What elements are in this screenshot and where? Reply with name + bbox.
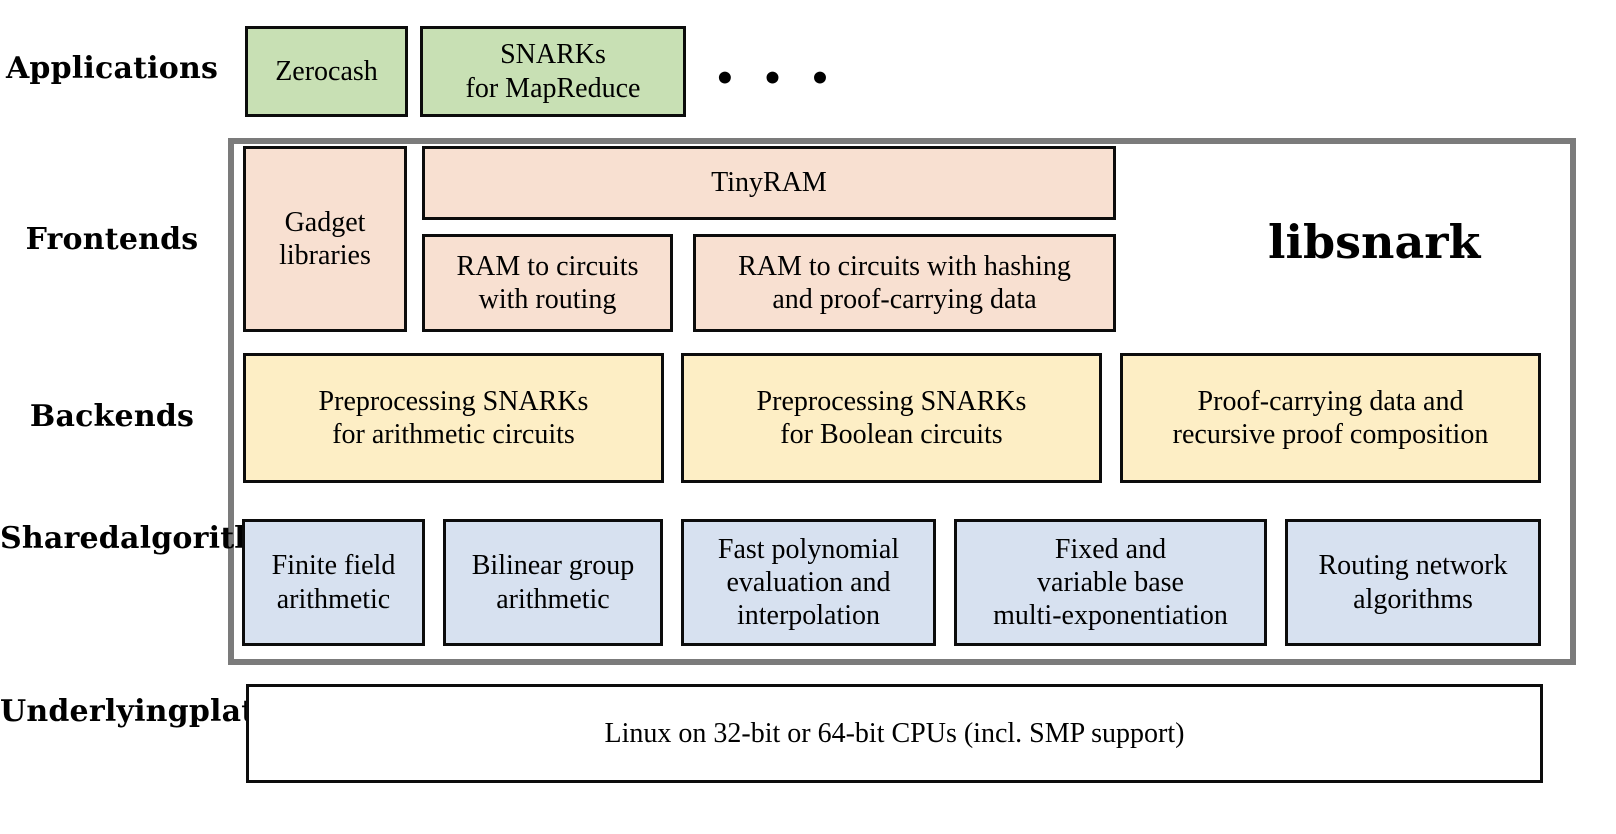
text-line: Proof-carrying data and xyxy=(1197,385,1464,417)
text-block: Gadget libraries xyxy=(279,206,371,272)
core-box-fixed-and-variable-base-multi-exponentiation[interactable]: Fixed and variable base multi-exponentiati… xyxy=(954,519,1267,646)
text-line: RAM to circuits with hashing xyxy=(738,250,1071,282)
text-block: Frontends xyxy=(0,223,224,257)
frontend-box-tinyram[interactable]: TinyRAM xyxy=(422,146,1116,220)
text-line: interpolation xyxy=(736,600,881,632)
libsnark-wordmark: libsnark xyxy=(1268,215,1481,269)
text-block: Fixed and variable base multi-exponentiati… xyxy=(993,533,1228,632)
row-label-shared-algorithmic-core: Sharedalgorithmiccore xyxy=(0,521,392,556)
row-label-frontends: Frontends xyxy=(0,223,224,257)
text-line: Preprocessing SNARKs xyxy=(756,385,1027,417)
text-line: RAM to circuits xyxy=(456,250,639,282)
text-line: Gadget xyxy=(284,206,366,238)
text-line: algorithms xyxy=(1353,583,1473,615)
text-line: and proof-carrying data xyxy=(772,284,1037,315)
text-line: Fast polynomial xyxy=(717,533,900,565)
text-line: arithmetic xyxy=(496,583,610,615)
text-line: with routing xyxy=(478,284,617,315)
app-box-zerocash[interactable]: Zerocash xyxy=(245,26,408,117)
text-block: Proof-carrying data and recursive proof c… xyxy=(1173,385,1489,451)
text-block: RAM to circuits with routing xyxy=(457,250,639,316)
text-line: evaluation and xyxy=(726,566,891,598)
text-block: Applications xyxy=(0,52,224,86)
text-line: Frontends xyxy=(25,222,199,257)
text-line: Zerocash xyxy=(275,55,378,87)
text-block: Routing network algorithms xyxy=(1319,549,1508,615)
text-line: variable base xyxy=(1037,566,1184,598)
text-block: Backends xyxy=(0,400,224,434)
text-line: Routing network xyxy=(1318,550,1508,582)
text-block: Preprocessing SNARKs for Boolean circuits xyxy=(757,385,1027,451)
core-box-finite-field-arithmetic[interactable]: Finite field arithmetic xyxy=(242,519,425,646)
text-block: Zerocash xyxy=(275,55,378,88)
text-line: Bilinear group xyxy=(471,550,635,582)
text-line: recursive proof composition xyxy=(1172,419,1489,450)
frontend-box-ram-to-circuits-with-routing[interactable]: RAM to circuits with routing xyxy=(422,234,673,332)
text-block: Linux on 32-bit or 64-bit CPUs (incl. SM… xyxy=(605,717,1185,750)
app-box-snarks-for-mapreduce[interactable]: SNARKs for MapReduce xyxy=(420,26,686,117)
backend-box-preprocessing-snarks-arithmetic[interactable]: Preprocessing SNARKs for arithmetic circu… xyxy=(243,353,664,483)
diagram-canvas: Applications Frontends Backends Sharedal… xyxy=(0,0,1616,834)
backend-box-pcd-and-recursive-composition[interactable]: Proof-carrying data and recursive proof c… xyxy=(1120,353,1541,483)
core-box-fast-polynomial-evaluation-and-interpolation[interactable]: Fast polynomial evaluation and interpolati… xyxy=(681,519,936,646)
text-block: Finite field arithmetic xyxy=(272,549,396,615)
text-line: arithmetic xyxy=(276,583,391,615)
text-line: TinyRAM xyxy=(711,167,827,199)
backend-box-preprocessing-snarks-boolean[interactable]: Preprocessing SNARKs for Boolean circuits xyxy=(681,353,1102,483)
frontend-box-ram-to-circuits-with-hashing-and-pcd[interactable]: RAM to circuits with hashing and proof-ca… xyxy=(693,234,1116,332)
row-label-backends: Backends xyxy=(0,400,224,434)
core-box-routing-network-algorithms[interactable]: Routing network algorithms xyxy=(1285,519,1541,646)
text-line: multi-exponentiation xyxy=(993,600,1228,632)
text-block: Preprocessing SNARKs for arithmetic circu… xyxy=(319,385,589,451)
text-line: Fixed and xyxy=(1054,533,1167,565)
text-line: for arithmetic circuits xyxy=(332,419,575,450)
text-block: TinyRAM xyxy=(711,166,827,199)
text-block: SNARKs for MapReduce xyxy=(466,38,641,104)
text-line: Applications xyxy=(5,51,219,86)
row-label-underlying-platform: Underlyingplatform xyxy=(0,694,336,729)
text-block: Underlyingplatform xyxy=(0,694,336,729)
text-line: Shared xyxy=(0,521,120,556)
text-block: RAM to circuits with hashing and proof-ca… xyxy=(738,250,1071,316)
text-line: SNARKs xyxy=(500,39,606,71)
text-block: Bilinear group arithmetic xyxy=(472,549,635,615)
text-line: for MapReduce xyxy=(465,72,641,104)
text-block: Sharedalgorithmiccore xyxy=(0,521,392,556)
platform-box-linux-cpus[interactable]: Linux on 32-bit or 64-bit CPUs (incl. SM… xyxy=(246,684,1543,783)
text-line: Underlying xyxy=(0,694,189,729)
text-line: Backends xyxy=(29,399,195,434)
core-box-bilinear-group-arithmetic[interactable]: Bilinear group arithmetic xyxy=(443,519,663,646)
text-line: Linux on 32-bit or 64-bit CPUs (incl. SM… xyxy=(604,717,1185,749)
row-label-applications: Applications xyxy=(0,52,224,86)
text-line: Finite field xyxy=(271,550,396,582)
text-block: Fast polynomial evaluation and interpolati… xyxy=(718,533,899,632)
text-line: libraries xyxy=(279,240,371,271)
text-line: Preprocessing SNARKs xyxy=(318,385,589,417)
frontend-box-gadget-libraries[interactable]: Gadget libraries xyxy=(243,146,407,332)
ellipsis-more-applications: • • • xyxy=(714,59,838,99)
text-line: for Boolean circuits xyxy=(780,419,1003,450)
